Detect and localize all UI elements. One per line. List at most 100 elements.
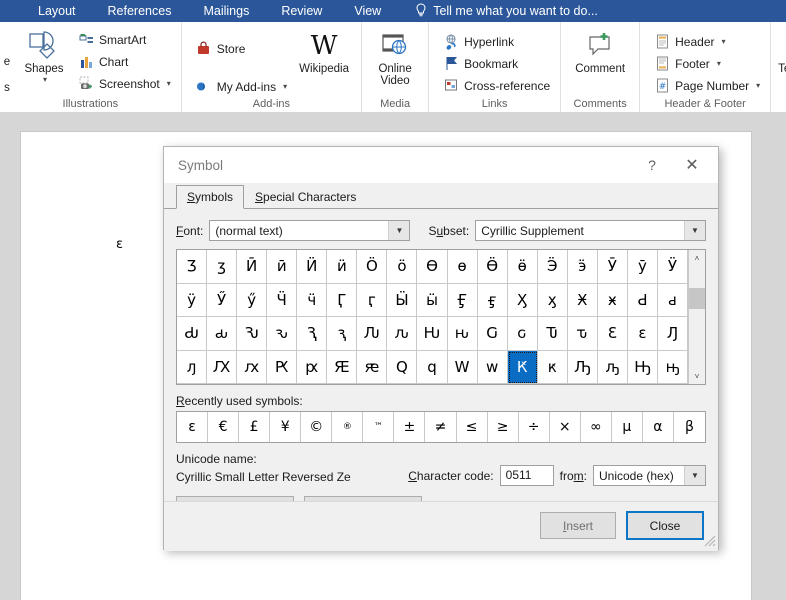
recent-symbol-cell[interactable]: ԑ xyxy=(177,412,209,442)
symbol-cell[interactable]: ӿ xyxy=(597,283,628,317)
symbol-cell[interactable]: Ӵ xyxy=(267,283,298,317)
symbol-cell[interactable]: Ԓ xyxy=(657,317,688,351)
symbol-cell[interactable]: ӽ xyxy=(537,283,568,317)
scrollbar-track[interactable] xyxy=(689,266,705,368)
footer-button[interactable]: Footer ▾ xyxy=(650,53,764,74)
symbol-cell[interactable]: ӻ xyxy=(477,283,508,317)
tab-symbols[interactable]: Symbols xyxy=(176,185,245,209)
symbol-cell[interactable]: ӡ xyxy=(207,250,238,284)
online-video-button[interactable]: Online Video xyxy=(368,26,422,87)
recently-used-grid[interactable]: ԑ € £ ¥ © ® ™ ± ≠ ≤ ≥ ÷ × ∞ µ α β xyxy=(176,411,706,443)
resize-grip-icon[interactable] xyxy=(704,535,716,547)
symbol-cell[interactable]: Ө xyxy=(417,250,448,284)
symbol-cell[interactable]: ԑ xyxy=(627,317,658,351)
symbol-cell[interactable]: ԇ xyxy=(327,317,358,351)
store-button[interactable]: Store xyxy=(192,38,291,59)
symbol-cell[interactable]: ө xyxy=(447,250,478,284)
close-icon[interactable]: ✕ xyxy=(672,147,718,183)
symbol-cell[interactable]: Ӧ xyxy=(357,250,388,284)
symbol-cell[interactable]: ԓ xyxy=(177,350,208,384)
recent-symbol-cell[interactable]: ± xyxy=(394,412,426,442)
tell-me-box[interactable]: Tell me what you want to do... xyxy=(415,2,598,20)
symbol-cell[interactable]: Ӯ xyxy=(597,250,628,284)
symbol-cell[interactable]: ԕ xyxy=(237,350,268,384)
recent-symbol-cell[interactable]: € xyxy=(208,412,240,442)
symbol-cell[interactable]: Ԇ xyxy=(297,317,328,351)
screenshot-caret-icon[interactable]: ▾ xyxy=(167,79,171,88)
symbol-cell[interactable]: Ԣ xyxy=(627,350,658,384)
symbol-cell[interactable]: Ԉ xyxy=(357,317,388,351)
symbol-cell[interactable]: ԁ xyxy=(657,283,688,317)
symbol-cell[interactable]: Ԙ xyxy=(327,350,358,384)
symbol-cell[interactable]: ӭ xyxy=(567,250,598,284)
symbol-cell[interactable]: Ӳ xyxy=(207,283,238,317)
symbol-cell[interactable]: ԋ xyxy=(447,317,478,351)
symbol-cell[interactable]: ԍ xyxy=(507,317,538,351)
recent-symbol-cell[interactable]: ≥ xyxy=(488,412,519,442)
symbol-cell[interactable]: ԣ xyxy=(657,350,688,384)
symbol-cell[interactable]: ӧ xyxy=(387,250,418,284)
symbol-cell[interactable]: ӫ xyxy=(507,250,538,284)
wikipedia-button[interactable]: W Wikipedia xyxy=(293,26,355,75)
scroll-up-icon[interactable]: ˄ xyxy=(689,250,705,266)
symbol-cell[interactable]: Ԛ xyxy=(387,350,418,384)
symbol-cell[interactable]: Ӣ xyxy=(237,250,268,284)
chart-button[interactable]: Chart xyxy=(74,51,175,72)
page-number-caret-icon[interactable]: ▾ xyxy=(756,81,760,90)
scrollbar-thumb[interactable] xyxy=(689,288,705,309)
symbol-cell[interactable]: Ԋ xyxy=(417,317,448,351)
symbol-cell[interactable]: Ӷ xyxy=(327,283,358,317)
recent-symbol-cell[interactable]: β xyxy=(674,412,705,442)
scroll-down-icon[interactable]: ˅ xyxy=(689,368,705,384)
smartart-button[interactable]: SmartArt xyxy=(74,29,175,50)
symbol-cell[interactable]: Ԅ xyxy=(237,317,268,351)
font-chevron-down-icon[interactable]: ▼ xyxy=(388,221,410,240)
symbol-cell[interactable]: Ӥ xyxy=(297,250,328,284)
symbol-cell[interactable]: ӹ xyxy=(417,283,448,317)
shapes-caret-icon[interactable]: ▾ xyxy=(43,75,47,84)
symbol-cell[interactable]: ӯ xyxy=(627,250,658,284)
help-icon[interactable]: ? xyxy=(632,147,672,183)
ribbon-tab-mailings[interactable]: Mailings xyxy=(187,0,265,22)
from-combobox[interactable]: Unicode (hex) ▼ xyxy=(593,465,706,486)
recent-symbol-cell[interactable]: ™ xyxy=(363,412,395,442)
recent-symbol-cell[interactable]: µ xyxy=(612,412,643,442)
tab-special-characters[interactable]: Special Characters xyxy=(244,185,367,209)
from-chevron-down-icon[interactable]: ▼ xyxy=(684,466,705,485)
symbol-cell[interactable]: Ԕ xyxy=(207,350,238,384)
character-code-input[interactable]: 0511 xyxy=(499,465,554,486)
symbol-cell[interactable]: ԟ xyxy=(537,350,568,384)
symbol-cell[interactable]: ԅ xyxy=(267,317,298,351)
symbol-cell[interactable]: Ԁ xyxy=(627,283,658,317)
symbol-cell[interactable]: ԛ xyxy=(417,350,448,384)
recent-symbol-cell[interactable]: ≠ xyxy=(425,412,457,442)
recent-symbol-cell[interactable]: ¥ xyxy=(270,412,302,442)
symbol-cell[interactable]: Ԝ xyxy=(447,350,478,384)
symbol-cell[interactable]: Ӻ xyxy=(447,283,478,317)
insert-button[interactable]: Insert xyxy=(540,512,616,539)
symbol-grid-scrollbar[interactable]: ˄ ˅ xyxy=(688,250,705,384)
text-box-button[interactable]: A Text Box ▾ xyxy=(777,26,786,84)
symbol-cell[interactable]: Ԍ xyxy=(477,317,508,351)
hyperlink-button[interactable]: Hyperlink xyxy=(439,31,554,52)
symbol-cell[interactable]: ӷ xyxy=(357,283,388,317)
bookmark-button[interactable]: Bookmark xyxy=(439,53,554,74)
symbol-cell[interactable]: ԃ xyxy=(207,317,238,351)
symbol-cell[interactable]: Ӹ xyxy=(387,283,418,317)
symbol-cell[interactable]: Ԡ xyxy=(567,350,598,384)
symbol-cell[interactable]: ԙ xyxy=(357,350,388,384)
recent-symbol-cell[interactable]: × xyxy=(550,412,581,442)
symbol-cell[interactable]: Ӽ xyxy=(507,283,538,317)
symbol-cell[interactable]: ӵ xyxy=(297,283,328,317)
symbol-grid[interactable]: ӠӡӢӣӤӥӦӧӨөӪӫӬӭӮӯӰӱӲӳӴӵӶӷӸӹӺӻӼӽӾӿԀԁ ԂԃԄԅԆԇ… xyxy=(177,250,688,384)
symbol-cell[interactable]: ӱ xyxy=(177,283,208,317)
symbol-cell[interactable]: ԉ xyxy=(387,317,418,351)
page-number-button[interactable]: # Page Number ▾ xyxy=(650,75,764,96)
ribbon-tab-review[interactable]: Review xyxy=(265,0,338,22)
symbol-cell[interactable]: ԗ xyxy=(297,350,328,384)
comment-button[interactable]: Comment xyxy=(567,26,633,75)
recent-symbol-cell[interactable]: ® xyxy=(332,412,364,442)
symbol-cell[interactable]: Ԃ xyxy=(177,317,208,351)
ribbon-tab-view[interactable]: View xyxy=(338,0,397,22)
recent-symbol-cell[interactable]: ÷ xyxy=(519,412,550,442)
